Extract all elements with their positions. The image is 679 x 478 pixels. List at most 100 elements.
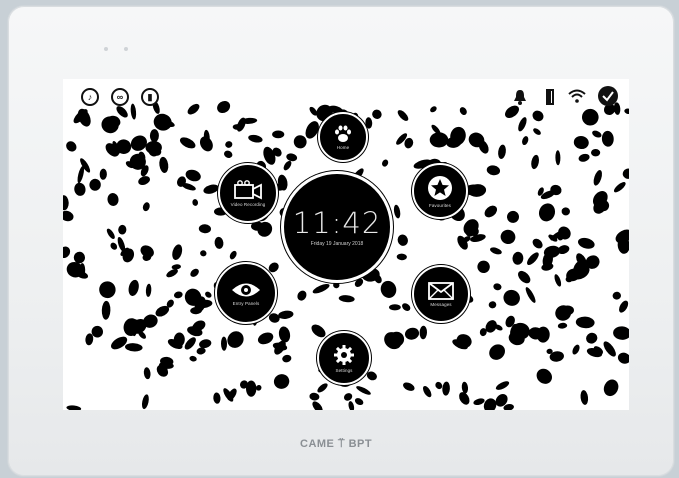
spot [107,193,119,206]
bell-icon[interactable] [513,89,527,105]
spot [577,237,595,249]
spot [423,385,432,398]
spot [273,374,290,389]
door-icon[interactable] [545,88,555,106]
spot [403,382,415,391]
spot [586,332,598,344]
spot [518,270,531,284]
messages-label: Messages [430,301,452,307]
spot [356,386,371,395]
video-camera-icon [234,179,262,199]
spot [490,247,502,255]
spot [101,116,119,134]
spot [531,154,539,170]
clock-time: 11:42 [292,205,382,240]
spot [278,310,294,319]
spot [507,210,519,223]
video-recording-button[interactable]: Video Recording [218,163,278,223]
spot [145,283,152,297]
spot [573,135,589,150]
clock-widget: 11:42 Friday 19 January 2018 [281,171,393,283]
do-not-disturb-icon[interactable]: ♪ [81,88,99,106]
spot [532,238,543,249]
spot [561,207,570,216]
spot [278,326,291,343]
spot [190,268,199,277]
spot [613,182,626,193]
brand-logo: CAME ⍡ BPT [300,438,373,450]
spot [622,168,629,179]
settings-label: Settings [335,367,353,373]
spot [541,263,554,271]
eye-icon [232,283,260,296]
spot [619,300,629,313]
spot [142,202,150,212]
spot [141,394,149,410]
spot [489,344,505,360]
envelope-icon [428,281,454,300]
spot [477,260,490,273]
spot [130,103,137,120]
paw-icon [335,125,351,142]
spot [110,242,118,250]
spot [580,390,589,405]
spot [179,137,196,149]
spot [473,398,485,405]
spot [184,337,196,350]
spot [227,331,244,348]
spot [484,205,498,218]
spot [404,327,420,340]
check-icon[interactable] [597,85,619,107]
spot [488,301,497,309]
spot [536,368,552,384]
spot [220,336,228,351]
spot [372,109,382,119]
spot [575,316,595,329]
spot [354,398,364,406]
spot [143,367,151,380]
spot [512,251,524,265]
spot [380,280,397,298]
spot [461,381,469,394]
spot [101,300,111,320]
spot [149,129,159,143]
spot [185,169,201,182]
spot [442,381,450,396]
spot [555,150,561,166]
spot [106,228,115,239]
spot [99,281,116,299]
spot [229,250,237,260]
spot [459,107,467,116]
spot [581,108,599,126]
proximity-sensor [104,47,108,51]
spot [498,144,506,159]
home-button[interactable]: Home [318,112,368,162]
door-status-icon[interactable]: ▮ [141,88,159,106]
spot [128,279,139,296]
favourites-button[interactable]: Favourites [412,163,468,219]
spot [63,195,69,211]
spot [225,141,233,148]
spot [214,236,224,249]
spot [282,354,292,363]
home-label: Home [336,144,350,150]
gear-icon [334,344,354,365]
spot [99,168,107,180]
spot [348,401,355,410]
entry-panels-button[interactable]: Entry Panels [215,262,277,324]
spot [309,392,320,401]
messages-button[interactable]: Messages [412,265,470,323]
spot [505,105,519,119]
voicemail-icon[interactable]: ∞ [111,88,129,106]
spot [532,110,544,122]
spot [189,355,197,362]
spot [613,326,629,340]
spot [522,136,529,146]
spot [554,274,562,287]
spot [213,392,221,404]
entry-panels-label: Entry Panels [232,300,260,306]
spot [111,336,128,350]
spot [601,130,614,147]
spot [317,383,328,393]
settings-button[interactable]: Settings [317,331,371,385]
